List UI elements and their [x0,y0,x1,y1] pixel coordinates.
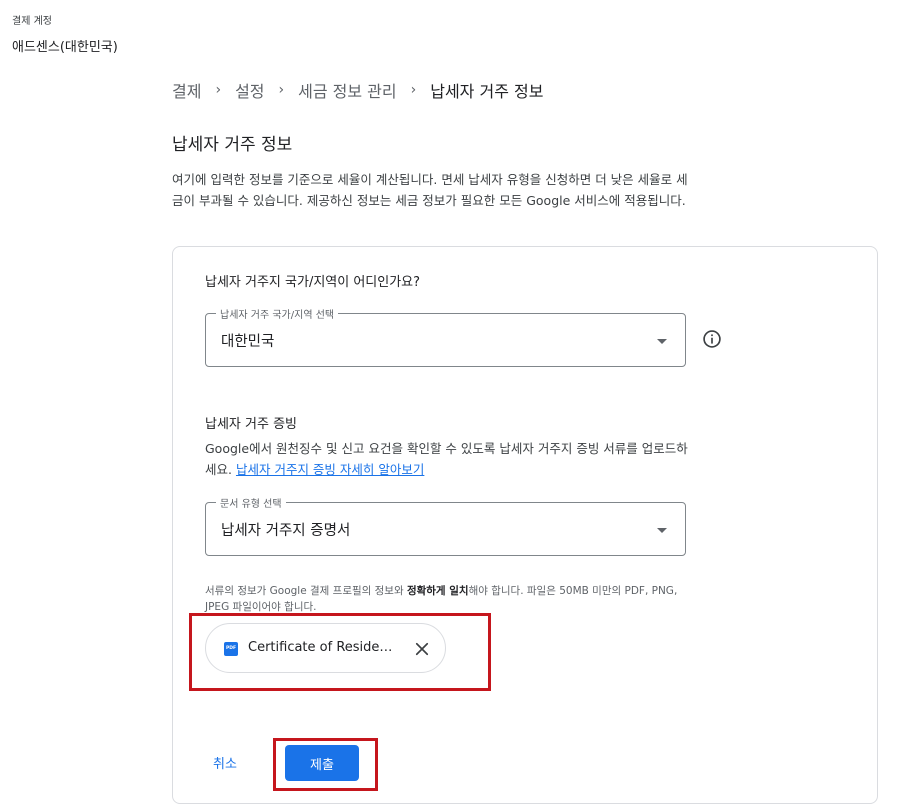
proof-description: Google에서 원천징수 및 신고 요건을 확인할 수 있도록 납세자 거주지… [205,439,695,480]
learn-more-link[interactable]: 납세자 거주지 증빙 자세히 알아보기 [236,462,424,477]
info-icon[interactable] [702,329,722,349]
country-select-value: 대한민국 [221,334,275,350]
account-label: 결제 계정 [12,16,52,27]
breadcrumb-item-tax-info[interactable]: 세금 정보 관리 [298,78,397,102]
uploaded-file-name: Certificate of Residence [248,640,400,655]
document-type-value: 납세자 거주지 증명서 [221,523,351,539]
pdf-icon: PDF [224,642,238,656]
page-description: 여기에 입력한 정보를 기준으로 세율이 계산됩니다. 면세 납세자 유형을 신… [172,172,688,208]
breadcrumb-separator: › [215,82,222,98]
uploaded-file-chip: PDF Certificate of Residence [205,623,446,673]
account-name: 애드센스(대한민국) [12,40,118,55]
billing-account: 결제 계정 애드센스(대한민국) [12,12,118,55]
file-note-emphasis: 정확하게 일치 [406,585,469,597]
breadcrumb: 결제 › 설정 › 세금 정보 관리 › 납세자 거주 정보 [172,78,543,102]
page-title: 납세자 거주 정보 [172,135,293,155]
dropdown-arrow-icon [657,528,667,533]
breadcrumb-item-settings[interactable]: 설정 [235,78,264,102]
dropdown-arrow-icon [657,339,667,344]
document-type-select[interactable]: 문서 유형 선택 납세자 거주지 증명서 [205,495,686,556]
submit-button[interactable]: 제출 [285,745,359,781]
tax-residency-card: 납세자 거주지 국가/지역이 어디인가요? 납세자 거주 국가/지역 선택 대한… [172,246,878,804]
breadcrumb-current: 납세자 거주 정보 [430,82,544,101]
country-select[interactable]: 납세자 거주 국가/지역 선택 대한민국 [205,306,686,367]
breadcrumb-separator: › [410,82,417,98]
cancel-button[interactable]: 취소 [213,753,237,772]
proof-title: 납세자 거주 증빙 [205,417,297,432]
residency-question: 납세자 거주지 국가/지역이 어디인가요? [205,275,421,290]
country-select-label: 납세자 거주 국가/지역 선택 [216,306,339,321]
file-note-text: 서류의 정보가 Google 결제 프로필의 정보와 [205,585,407,597]
close-icon[interactable] [413,640,431,658]
breadcrumb-item-billing[interactable]: 결제 [172,78,201,102]
file-requirements-note: 서류의 정보가 Google 결제 프로필의 정보와 정확하게 일치해야 합니다… [205,583,695,615]
document-type-label: 문서 유형 선택 [216,495,286,510]
breadcrumb-separator: › [278,82,285,98]
